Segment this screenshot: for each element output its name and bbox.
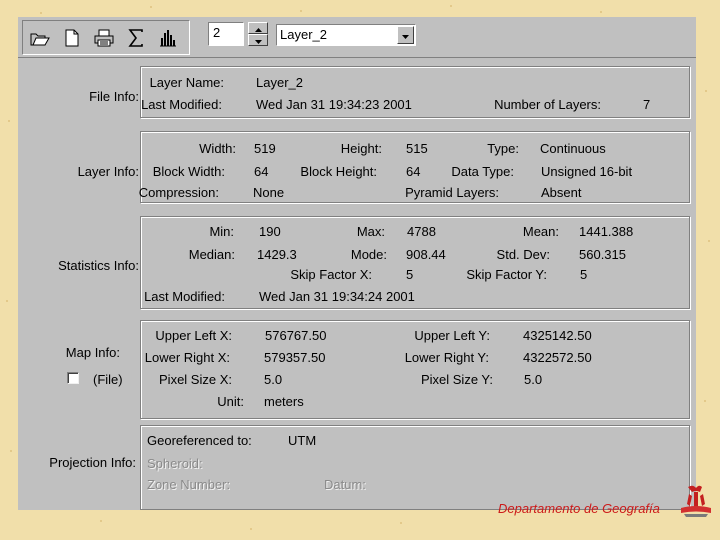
mean-label: Mean: [522,224,559,239]
open-folder-icon [30,29,50,47]
histogram-button[interactable] [154,26,182,50]
pixel-size-y-label: Pixel Size Y: [420,372,493,387]
arrow-down-icon [254,31,262,49]
block-width-label: Block Width: [152,164,225,179]
statistics-button[interactable] [122,26,150,50]
width-value: 519 [254,141,276,156]
pixel-size-x-value: 5.0 [264,372,283,387]
zone-number-label: Zone Number: [147,477,231,492]
pyramid-layers-value: Absent [541,185,582,200]
unit-label: Unit: [217,394,244,409]
pyramid-layers-label: Pyramid Layers: [405,185,499,200]
mode-label: Mode: [350,247,387,262]
data-type-value: Unsigned 16-bit [541,164,633,179]
datum-label: Datum: [324,477,366,492]
sigma-icon [128,29,144,47]
upper-left-y-label: Upper Left Y: [414,328,490,343]
lower-right-y-value: 4322572.50 [523,350,592,365]
stats-last-modified-value: Wed Jan 31 19:34:24 2001 [259,289,415,304]
chevron-down-icon [402,26,409,44]
file-last-modified-value: Wed Jan 31 19:34:23 2001 [256,97,412,112]
median-label: Median: [188,247,235,262]
upper-left-x-value: 576767.50 [265,328,327,343]
layer-select[interactable]: Layer_2 [276,24,416,46]
width-label: Width: [199,141,236,156]
print-icon [94,29,114,47]
min-label: Min: [209,224,234,239]
map-file-checkbox[interactable] [67,372,79,384]
std-dev-label: Std. Dev: [496,247,550,262]
file-info-group [140,66,690,118]
height-value: 515 [406,141,428,156]
skip-factor-x-label: Skip Factor X: [290,267,372,282]
type-label: Type: [487,141,519,156]
new-document-icon [64,29,80,47]
upper-left-x-label: Upper Left X: [155,328,232,343]
number-of-layers-label: Number of Layers: [494,97,601,112]
height-label: Height: [340,141,382,156]
median-value: 1429.3 [257,247,297,262]
compression-value: None [253,185,285,200]
layer-select-dropdown-button[interactable] [397,26,414,44]
block-height-label: Block Height: [300,164,377,179]
band-number-input[interactable]: 2 [208,22,244,46]
block-width-value: 64 [254,164,269,179]
pixel-size-y-value: 5.0 [524,372,543,387]
georeferenced-to-value: UTM [288,433,317,448]
layer-select-value: Layer_2 [280,27,327,42]
number-of-layers-value: 7 [643,97,651,112]
new-button[interactable] [58,26,86,50]
open-button[interactable] [26,26,54,50]
histogram-icon [158,29,178,47]
georeferenced-to-label: Georeferenced to: [147,433,252,448]
spheroid-label: Spheroid: [147,456,203,471]
layer-name-value: Layer_2 [256,75,303,90]
toolbar-button-group [22,20,190,55]
toolbar: 2 Layer_2 [18,17,696,58]
skip-factor-y-label: Skip Factor Y: [466,267,547,282]
projection-info-section-label: Projection Info: [49,455,136,470]
footer-department-text: Departamento de Geografía [498,501,660,516]
lower-right-x-value: 579357.50 [264,350,326,365]
data-type-label: Data Type: [451,164,514,179]
max-value: 4788 [407,224,436,239]
mean-value: 1441.388 [579,224,634,239]
max-label: Max: [356,224,385,239]
upper-left-y-value: 4325142.50 [523,328,592,343]
spin-down-button[interactable] [248,34,268,46]
lower-right-x-label: Lower Right X: [144,350,230,365]
std-dev-value: 560.315 [579,247,626,262]
lower-right-y-label: Lower Right Y: [404,350,489,365]
department-logo [678,484,714,523]
print-button[interactable] [90,26,118,50]
stats-last-modified-label: Last Modified: [144,289,225,304]
compression-label: Compression: [138,185,219,200]
layer-name-label: Layer Name: [149,75,224,90]
mode-value: 908.44 [406,247,446,262]
skip-factor-x-value: 5 [406,267,414,282]
map-info-section-label: Map Info: [65,345,120,360]
type-value: Continuous [540,141,606,156]
skip-factor-y-value: 5 [580,267,588,282]
min-value: 190 [259,224,281,239]
unit-value: meters [264,394,304,409]
pixel-size-x-label: Pixel Size X: [159,372,232,387]
layer-info-window: 2 Layer_2 File Info: Layer Name: Layer_2… [18,17,696,510]
file-last-modified-label: Last Modified: [141,97,222,112]
